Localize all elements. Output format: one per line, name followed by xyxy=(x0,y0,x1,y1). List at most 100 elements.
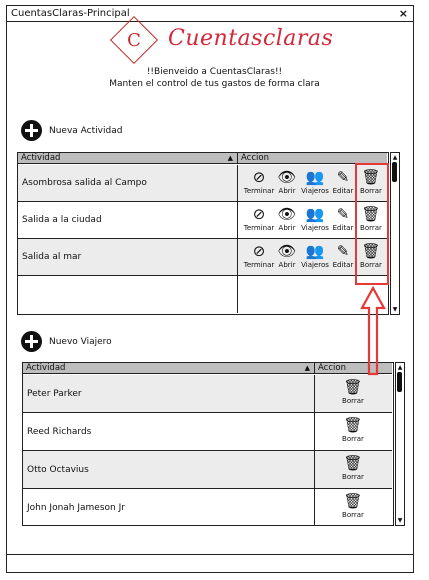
scroll-thumb[interactable] xyxy=(397,372,402,392)
traveler-name: Peter Parker xyxy=(23,375,315,412)
abrir-button[interactable]: 👁 Abrir xyxy=(273,242,301,269)
action-label: Viajeros xyxy=(301,187,329,195)
viajeros-button[interactable]: 👥 Viajeros xyxy=(301,242,329,269)
traveler-row[interactable]: Reed Richards 🗑 Borrar xyxy=(23,413,392,451)
eye-icon: 👁 xyxy=(277,168,297,186)
travelers-table: Actividad ▲ Accion Peter Parker 🗑 Borrar Re… xyxy=(22,362,394,526)
activities-header: Actividad ▲ Accion xyxy=(18,153,387,164)
action-label: Terminar xyxy=(243,224,275,232)
trash-icon: 🗑 xyxy=(343,492,363,510)
add-traveler-button[interactable]: Nuevo Viajero xyxy=(21,331,112,352)
borrar-button[interactable]: 🗑 Borrar xyxy=(339,416,367,443)
borrar-button[interactable]: 🗑 Borrar xyxy=(339,492,367,519)
action-label: Editar xyxy=(332,187,354,195)
activity-name: Salida a la ciudad xyxy=(18,202,238,238)
borrar-button[interactable]: 🗑 Borrar xyxy=(339,454,367,481)
action-label: Abrir xyxy=(278,224,296,232)
viajeros-button[interactable]: 👥 Viajeros xyxy=(301,205,329,232)
action-label: Borrar xyxy=(342,435,364,443)
scroll-up-icon[interactable]: ▲ xyxy=(391,153,399,162)
action-label: Borrar xyxy=(342,397,364,405)
action-label: Borrar xyxy=(342,473,364,481)
column-header-actividad[interactable]: Actividad ▲ xyxy=(23,363,315,373)
terminar-button[interactable]: ⊘ Terminar xyxy=(243,205,275,232)
users-icon: 👥 xyxy=(305,168,325,186)
viajeros-button[interactable]: 👥 Viajeros xyxy=(301,168,329,195)
traveler-actions: 🗑 Borrar xyxy=(315,375,392,412)
eye-icon: 👁 xyxy=(277,242,297,260)
trash-icon: 🗑 xyxy=(343,454,363,472)
highlight-delete-column xyxy=(355,163,389,285)
abrir-button[interactable]: 👁 Abrir xyxy=(273,168,301,195)
app-name: Cuentasclaras xyxy=(168,26,334,51)
activity-row[interactable]: Salida a la ciudad ⊘ Terminar 👁 Abrir 👥 Viajer… xyxy=(18,202,387,239)
travelers-scrollbar[interactable]: ▲ ▼ xyxy=(395,362,405,526)
action-label: Abrir xyxy=(278,261,296,269)
ban-icon: ⊘ xyxy=(252,205,266,223)
activity-name xyxy=(18,276,238,313)
sort-asc-icon[interactable]: ▲ xyxy=(305,363,310,373)
travelers-header: Actividad ▲ Accion xyxy=(23,363,392,374)
borrar-button[interactable]: 🗑 Borrar xyxy=(339,378,367,405)
column-header-accion: Accion xyxy=(238,153,387,163)
activity-name: Salida al mar xyxy=(18,239,238,275)
plus-circle-icon xyxy=(21,120,42,141)
logo-letter: C xyxy=(127,30,141,51)
traveler-row[interactable]: Otto Octavius 🗑 Borrar xyxy=(23,451,392,489)
add-activity-button[interactable]: Nueva Actividad xyxy=(21,120,122,141)
pencil-icon: ✎ xyxy=(336,242,350,260)
bottom-divider xyxy=(7,554,413,555)
pencil-icon: ✎ xyxy=(336,205,350,223)
editar-button[interactable]: ✎ Editar xyxy=(329,168,357,195)
editar-button[interactable]: ✎ Editar xyxy=(329,242,357,269)
welcome-subtitle: Manten el control de tus gastos de forma… xyxy=(109,79,320,89)
annotation-arrow-icon xyxy=(360,286,386,376)
traveler-actions: 🗑 Borrar xyxy=(315,413,392,450)
welcome-text: !!Bienveido a CuentasClaras!! Manten el … xyxy=(0,66,429,90)
editar-button[interactable]: ✎ Editar xyxy=(329,205,357,232)
plus-circle-icon xyxy=(21,331,42,352)
window-title: CuentasClaras-Principal xyxy=(11,8,130,19)
pencil-icon: ✎ xyxy=(336,168,350,186)
activity-row[interactable] xyxy=(18,276,387,313)
traveler-name: Reed Richards xyxy=(23,413,315,450)
traveler-actions: 🗑 Borrar xyxy=(315,451,392,488)
column-header-actividad[interactable]: Actividad ▲ xyxy=(18,153,238,163)
add-activity-label: Nueva Actividad xyxy=(49,125,123,136)
column-label: Actividad xyxy=(21,153,61,163)
traveler-row[interactable]: Peter Parker 🗑 Borrar xyxy=(23,375,392,413)
scroll-up-icon[interactable]: ▲ xyxy=(396,363,404,372)
column-label: Accion xyxy=(241,153,269,163)
scroll-down-icon[interactable]: ▼ xyxy=(391,305,399,314)
action-label: Viajeros xyxy=(301,224,329,232)
column-label: Accion xyxy=(318,363,346,373)
activity-name: Asombrosa salida al Campo xyxy=(18,165,238,201)
terminar-button[interactable]: ⊘ Terminar xyxy=(243,168,275,195)
scroll-down-icon[interactable]: ▼ xyxy=(396,516,404,525)
action-label: Terminar xyxy=(243,187,275,195)
action-label: Viajeros xyxy=(301,261,329,269)
action-label: Terminar xyxy=(243,261,275,269)
trash-icon: 🗑 xyxy=(343,378,363,396)
scroll-thumb[interactable] xyxy=(392,162,397,182)
terminar-button[interactable]: ⊘ Terminar xyxy=(243,242,275,269)
activities-table: Actividad ▲ Accion Asombrosa salida al C… xyxy=(17,152,389,315)
column-label: Actividad xyxy=(26,363,66,373)
traveler-name: Otto Octavius xyxy=(23,451,315,488)
title-bar: CuentasClaras-Principal × xyxy=(7,6,413,22)
abrir-button[interactable]: 👁 Abrir xyxy=(273,205,301,232)
users-icon: 👥 xyxy=(305,242,325,260)
eye-icon: 👁 xyxy=(277,205,297,223)
activity-row[interactable]: Asombrosa salida al Campo ⊘ Terminar 👁 Abrir… xyxy=(18,165,387,202)
welcome-line: !!Bienveido a CuentasClaras!! xyxy=(146,67,283,77)
activity-row[interactable]: Salida al mar ⊘ Terminar 👁 Abrir 👥 Viajeros ✎ Ed… xyxy=(18,239,387,276)
activities-scrollbar[interactable]: ▲ ▼ xyxy=(390,152,400,315)
traveler-row[interactable]: John Jonah Jameson Jr 🗑 Borrar xyxy=(23,489,392,525)
users-icon: 👥 xyxy=(305,205,325,223)
action-label: Editar xyxy=(332,261,354,269)
close-icon[interactable]: × xyxy=(399,6,408,21)
ban-icon: ⊘ xyxy=(252,168,266,186)
sort-asc-icon[interactable]: ▲ xyxy=(228,153,233,163)
trash-icon: 🗑 xyxy=(343,416,363,434)
action-label: Editar xyxy=(332,224,354,232)
